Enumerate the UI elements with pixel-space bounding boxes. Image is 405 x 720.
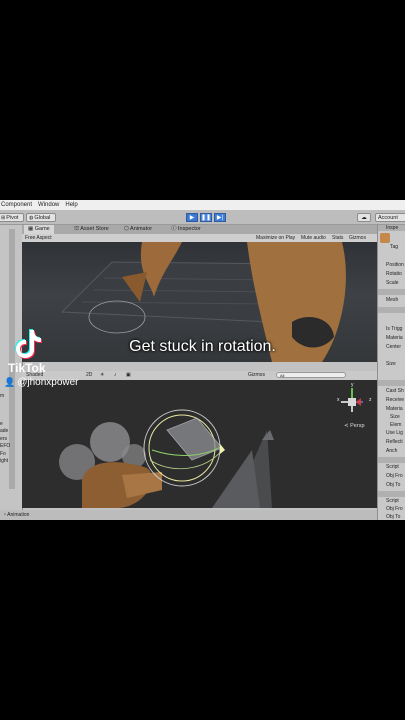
step-button[interactable]: ▶| [214,213,226,222]
scene-view[interactable]: y x z ≺ Persp [22,380,377,508]
cloud-icon: ☁ [361,214,367,221]
global-toggle[interactable]: ◍ Global [26,213,56,222]
inspector-row: Anch [386,448,398,454]
pause-icon: ❚❚ [201,215,212,221]
inspector-row: Script [386,464,399,470]
stats-toggle[interactable]: Stats [332,234,343,242]
tab-asset-store-label: Asset Store [80,226,109,232]
status-bar: ◔ Animation [0,510,377,520]
hierarchy-item[interactable]: EFO [0,443,10,451]
gameobject-icon [380,233,390,243]
inspector-row: Cast Sh [386,388,404,394]
pause-button[interactable]: ❚❚ [200,213,212,222]
game-tab-icon: ▦ [28,226,35,232]
inspector-row: Scale [386,280,399,286]
scene-search-text: All [280,373,285,378]
axis-gizmo-icon [341,388,363,412]
persp-text: Persp [350,423,365,429]
status-text: Animation [7,512,30,518]
hierarchy-item[interactable]: e [0,421,10,429]
axis-z-label: z [369,397,372,403]
account-button[interactable]: Account [375,213,405,222]
hierarchy-item[interactable]: Fo [0,451,10,459]
maximize-on-play-toggle[interactable]: Maximize on Play [256,234,295,242]
tab-game[interactable]: ▦ Game [24,225,54,234]
account-label: Account [378,214,398,221]
hierarchy-item[interactable]: m [0,393,10,401]
tab-animator[interactable]: ⬡ Animator [120,225,156,234]
inspector-row: Position [386,262,404,268]
gizmos-dropdown[interactable]: Gizmos [349,234,366,242]
tab-inspector-label: Inspector [178,226,201,232]
inspector-row: Size [390,414,400,420]
menu-item-window[interactable]: Window [38,202,59,208]
lighting-icon[interactable]: ☀ [100,372,104,378]
hierarchy-item[interactable]: ade [0,428,10,436]
globe-icon: ◍ [29,214,34,221]
component-header[interactable] [378,289,405,295]
axis-y-label: y [351,382,354,388]
inspector-row: Size [386,361,396,367]
tab-animator-label: Animator [130,226,153,232]
pivot-icon: ⊞ [1,214,6,221]
inspector-row: Obj To [386,482,401,488]
play-button[interactable]: ▶ [186,213,198,222]
inspector-row: Mesh [386,297,399,303]
axis-x-label: x [337,397,340,403]
pivot-toggle[interactable]: ⊞ Pivot [0,213,24,222]
user-icon: 👤 [4,377,16,387]
inspector-row: Script [386,498,399,504]
tab-inspector-center[interactable]: ⓘ Inspector [167,225,205,234]
tag-label: Tag [390,244,399,250]
inspector-row: Obj Fro [386,506,403,512]
inspector-header: Inspe [378,225,405,231]
menu-item-help[interactable]: Help [65,202,77,208]
editor-tabs: ▦ Game ⛫ Asset Store ⬡ Animator ⓘ Inspec… [22,225,377,234]
play-icon: ▶ [189,215,195,221]
tiktok-handle: 👤 @jhonxpower [4,377,79,388]
game-view-toolbar: Free Aspect Maximize on Play Mute audio … [22,234,377,242]
scene-gizmos-dropdown[interactable]: Gizmos [248,372,265,378]
menu-item-component[interactable]: Component [1,202,32,208]
tab-asset-store[interactable]: ⛫ Asset Store [70,225,113,234]
global-label: Global [34,214,51,221]
video-caption: Get stuck in rotation. [129,338,276,355]
inspector-row: Materia [386,406,403,412]
toolbar: ⊞ Pivot ◍ Global ▶ ❚❚ ▶| ☁ Account [0,210,405,225]
cloud-button[interactable]: ☁ [357,213,371,222]
effects-icon[interactable]: ▣ [126,372,131,378]
inspector-row: Elem [390,422,402,428]
inspector-row: Rotatio [386,271,402,277]
2d-toggle[interactable]: 2D [86,372,92,378]
pivot-label: Pivot [6,214,19,221]
audio-icon[interactable]: ♪ [114,372,117,378]
inspector-icon: ⓘ [171,226,179,232]
unity-editor: Component Window Help ⊞ Pivot ◍ Global ▶… [0,200,405,520]
tiktok-handle-text: @jhonxpower [17,377,79,388]
tiktok-wordmark: TikTok [8,361,46,375]
mute-audio-toggle[interactable]: Mute audio [301,234,326,242]
inspector-row: Reflecti [386,439,403,445]
component-header[interactable] [378,380,405,386]
hierarchy-item[interactable]: ers [0,436,10,444]
inspector-panel: Inspe Tag Position Rotatio Scale Mesh Is… [377,225,405,520]
inspector-row: Use Lig [386,430,403,436]
inspector-row: Receive [386,397,405,403]
component-header[interactable] [378,307,405,313]
hierarchy-item[interactable]: ight [0,458,10,466]
scene-orientation-gizmo[interactable]: y x z [337,382,375,422]
tab-game-label: Game [34,226,50,232]
scene-render [22,380,377,508]
inspector-row: Obj To [386,514,401,520]
inspector-title: Inspe [386,225,399,231]
component-header[interactable] [378,491,405,497]
step-icon: ▶| [216,215,224,221]
scene-search-input[interactable]: All [276,372,346,378]
component-header[interactable] [378,457,405,463]
inspector-row: Is Trigg [386,326,403,332]
persp-label[interactable]: ≺ Persp [344,423,365,429]
inspector-row: Obj Fro [386,473,403,479]
aspect-dropdown[interactable]: Free Aspect [25,234,52,242]
menu-bar: Component Window Help [0,200,405,210]
